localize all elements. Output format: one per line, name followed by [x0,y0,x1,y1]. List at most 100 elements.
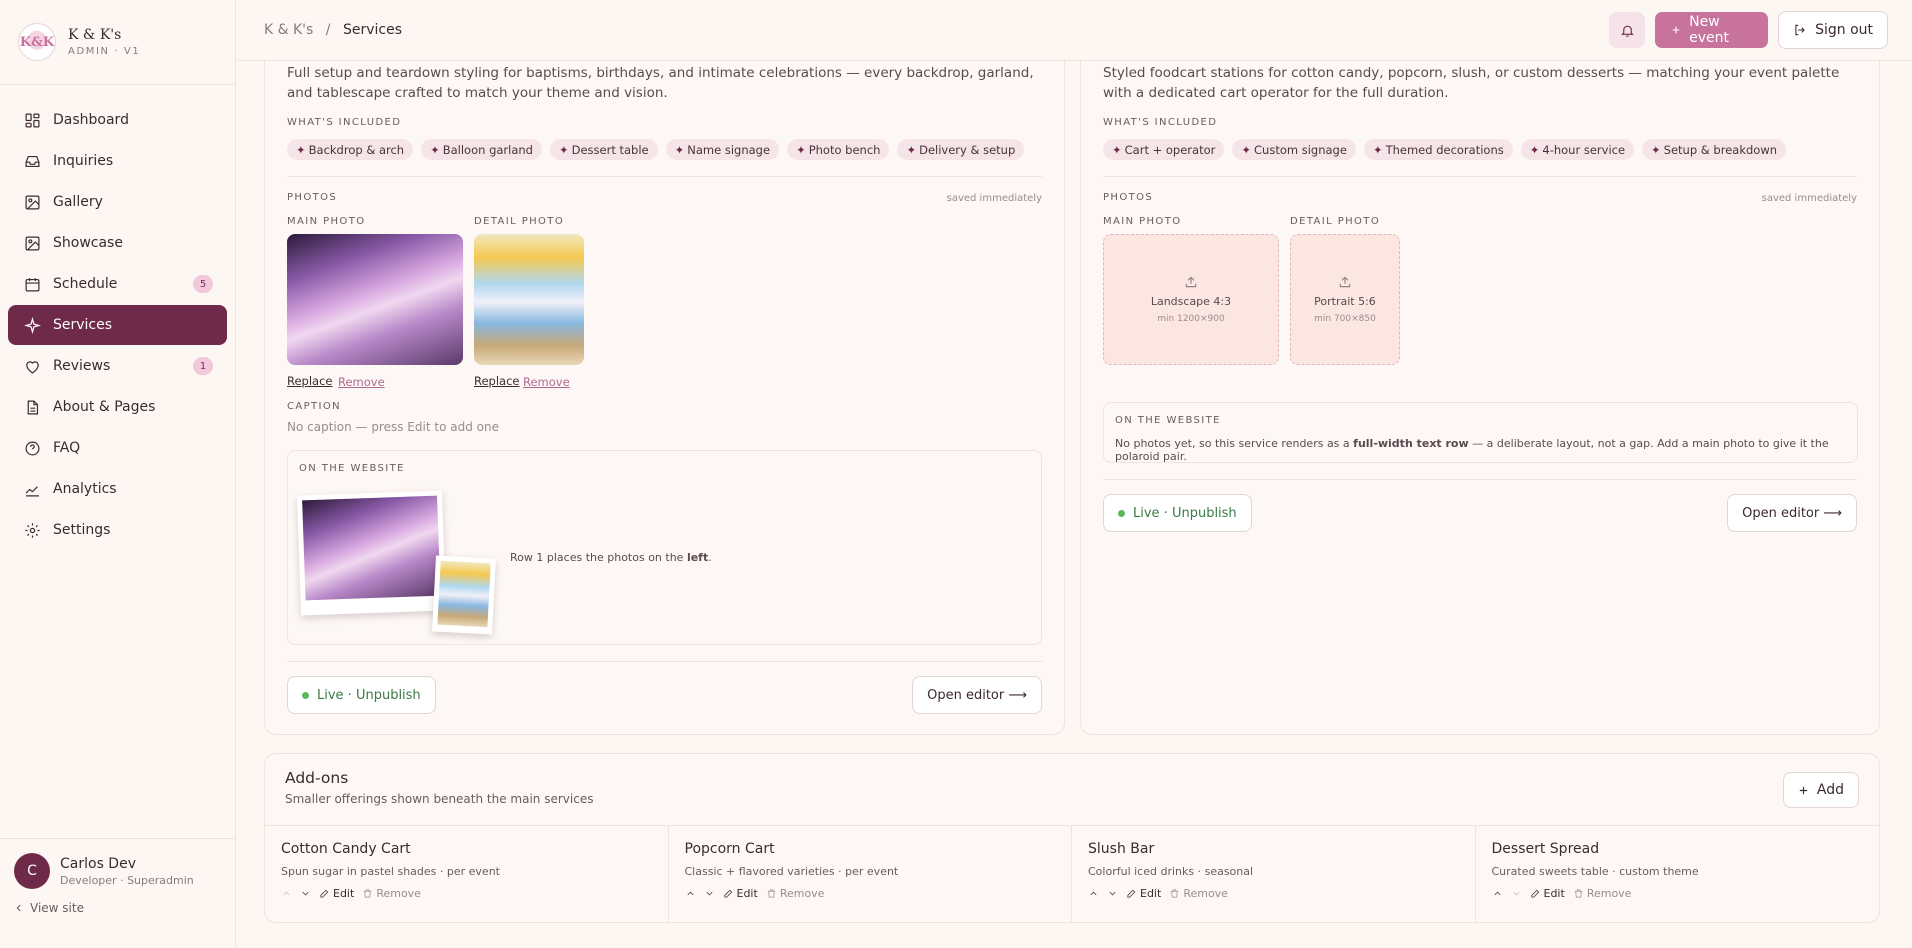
new-event-label: New event [1689,14,1730,46]
preview-main-image [302,495,441,601]
breadcrumb-root[interactable]: K & K's [264,22,313,38]
remove-button[interactable]: Remove [766,887,824,900]
main-photo-label: MAIN PHOTO [1103,216,1182,227]
topbar: K & K's / Services New event Sign out [237,0,1912,61]
new-event-button[interactable]: New event [1655,12,1769,48]
included-chip: ✦ Name signage [665,139,780,160]
sidebar-item-label: About & Pages [53,399,156,415]
help-circle-icon [25,441,40,455]
remove-button[interactable]: Remove [362,887,421,900]
sidebar-item-about-pages[interactable]: About & Pages [8,387,227,427]
sparkle-icon: ✦ [674,142,685,157]
preview-main-polaroid [296,490,447,616]
sparkle-icon: ✦ [1372,142,1383,157]
included-chips: ✦ Backdrop & arch ✦ Balloon garland ✦ Desse… [287,139,1025,160]
addon-name: Cotton Candy Cart [281,841,411,857]
chevron-down-icon[interactable] [1107,888,1118,899]
included-chip: ✦ Custom signage [1232,139,1356,160]
view-site-link[interactable]: View site [14,901,222,915]
sparkle-icon [24,316,41,334]
edit-button[interactable]: Edit [1530,887,1565,900]
detail-photo-upload[interactable]: Portrait 5:6 min 700×850 [1290,234,1400,365]
sidebar-item-schedule[interactable]: Schedule 5 [8,264,227,304]
publish-toggle[interactable]: Live · Unpublish [287,676,436,714]
included-chip: ✦ Delivery & setup [897,139,1025,160]
remove-button[interactable]: Remove [1169,887,1228,900]
chevron-down-icon[interactable] [300,888,311,899]
chevron-up-icon[interactable] [281,888,292,899]
included-chip: ✦ Dessert table [549,139,658,160]
edit-icon [1530,889,1539,898]
sparkle-icon: ✦ [1529,142,1540,157]
photos-label: PHOTOS [287,192,338,203]
chevron-up-icon[interactable] [1088,888,1099,899]
document-icon [27,400,39,414]
addon-name: Popcorn Cart [684,841,775,857]
sidebar-item-faq[interactable]: FAQ [8,428,227,468]
included-chips: ✦ Cart + operator ✦ Custom signage ✦ Themed… [1103,139,1787,160]
detail-photo[interactable] [474,234,584,365]
remove-button[interactable]: Remove [1573,887,1631,900]
sidebar-item-dashboard[interactable]: Dashboard [8,100,227,140]
sidebar-item-label: Showcase [53,235,123,251]
divider [1103,176,1857,177]
open-editor-button[interactable]: Open editor ⟶ [912,676,1042,714]
included-chip: ✦ 4-hour service [1520,139,1635,160]
included-label: WHAT'S INCLUDED [287,117,402,128]
main-photo-label: MAIN PHOTO [287,216,366,227]
grid-icon [25,113,40,127]
edit-button[interactable]: Edit [319,887,354,900]
replace-detail-photo-link[interactable]: Replace [474,374,520,388]
addon-name: Slush Bar [1088,841,1155,857]
publish-toggle[interactable]: Live · Unpublish [1103,494,1252,532]
avatar[interactable]: C [14,853,50,889]
sidebar-item-inquiries[interactable]: Inquiries [8,141,227,181]
sidebar-item-showcase[interactable]: Showcase [8,223,227,263]
edit-button[interactable]: Edit [723,887,758,900]
sparkle-icon: ✦ [430,142,440,157]
sidebar-item-reviews[interactable]: Reviews 1 [8,346,227,386]
addon-card: Dessert Spread Curated sweets table · cu… [1476,826,1880,922]
main-photo-upload[interactable]: Landscape 4:3 min 1200×900 [1103,234,1279,365]
included-chip: ✦ Balloon garland [421,139,542,160]
open-editor-button[interactable]: Open editor ⟶ [1727,494,1857,532]
chevron-down-icon[interactable] [1511,888,1522,899]
divider [287,176,1042,177]
chevron-down-icon[interactable] [704,888,715,899]
caption-label: CAPTION [287,401,342,412]
add-addon-button[interactable]: Add [1782,772,1859,808]
plus-icon [1672,26,1680,34]
sidebar-item-settings[interactable]: Settings [8,510,227,550]
service-card-foodcart: Styled foodcart stations for cotton cand… [1080,40,1880,735]
chevron-up-icon[interactable] [1492,888,1503,899]
divider [287,661,1042,662]
notifications-button[interactable] [1609,12,1646,48]
main-photo[interactable] [287,234,463,365]
sidebar: K&K K & K's ADMIN · V1 Dashboard Inquiri… [0,0,236,948]
addon-list: Cotton Candy Cart Spun sugar in pastel s… [265,825,1880,922]
photos-label: PHOTOS [1103,192,1154,203]
sidebar-item-services[interactable]: Services [8,305,227,345]
sign-out-button[interactable]: Sign out [1778,11,1888,49]
sidebar-item-analytics[interactable]: Analytics [8,469,227,509]
edit-button[interactable]: Edit [1126,887,1161,900]
brand[interactable]: K&K K & K's ADMIN · V1 [0,0,235,85]
included-chip: ✦ Backdrop & arch [287,139,414,160]
website-preview: ON THE WEBSITE Row 1 places the photos o… [287,450,1042,645]
breadcrumb-separator: / [325,22,331,38]
remove-detail-photo-link[interactable]: Remove [523,375,570,389]
sparkle-icon: ✦ [796,142,806,157]
sidebar-item-label: Analytics [53,481,117,497]
add-label: Add [1816,782,1844,798]
live-dot-icon [302,691,309,699]
sidebar-item-gallery[interactable]: Gallery [8,182,227,222]
remove-main-photo-link[interactable]: Remove [338,375,385,389]
service-card-styling: Full setup and teardown styling for bapt… [264,40,1065,735]
replace-main-photo-link[interactable]: Replace [287,374,333,388]
chart-icon [25,485,39,496]
included-chip: ✦ Themed decorations [1363,139,1513,160]
chevron-up-icon[interactable] [685,888,696,899]
sidebar-item-label: Schedule [53,276,118,292]
website-note: No photos yet, so this service renders a… [1115,437,1829,463]
caption-placeholder: No caption — press Edit to add one [287,420,499,434]
